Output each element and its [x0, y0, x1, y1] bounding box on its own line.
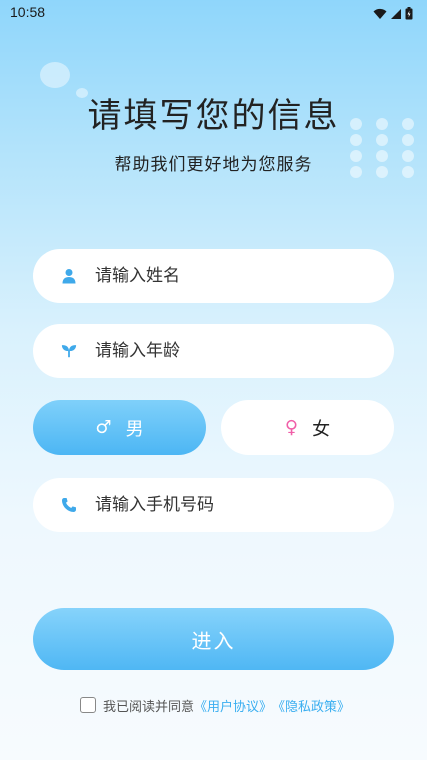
privacy-policy-link[interactable]: 《隐私政策》	[272, 696, 350, 715]
user-icon	[61, 268, 77, 284]
page-subtitle: 帮助我们更好地为您服务	[114, 155, 313, 175]
age-input[interactable]	[95, 324, 375, 378]
name-field[interactable]	[33, 249, 394, 303]
decorative-bubble	[40, 62, 70, 88]
gender-female-label: 女	[312, 418, 331, 440]
gender-male-label: 男	[125, 418, 144, 440]
signal-icon	[390, 5, 402, 24]
sprout-icon	[61, 343, 77, 359]
status-icons	[373, 5, 413, 24]
age-field[interactable]	[33, 324, 394, 378]
gender-male-button[interactable]: ♂ 男	[33, 400, 206, 455]
enter-button[interactable]: 进入	[33, 608, 394, 670]
phone-field[interactable]	[33, 478, 394, 532]
page-title: 请填写您的信息	[87, 96, 340, 136]
name-input[interactable]	[95, 249, 375, 303]
status-time: 10:58	[10, 4, 46, 20]
gender-female-button[interactable]: ♀ 女	[221, 400, 394, 455]
wifi-icon	[373, 5, 387, 24]
agreement-row: 我已阅读并同意 《用户协议》 《隐私政策》	[80, 695, 350, 715]
status-bar: 10:58	[0, 0, 427, 24]
female-symbol-icon: ♀	[284, 416, 299, 438]
phone-input[interactable]	[95, 478, 375, 532]
male-symbol-icon: ♂	[95, 416, 112, 438]
agreement-text: 我已阅读并同意	[103, 699, 195, 715]
phone-icon	[61, 497, 77, 513]
battery-icon	[405, 5, 413, 24]
user-agreement-link[interactable]: 《用户协议》	[194, 696, 272, 715]
agreement-checkbox[interactable]	[80, 697, 96, 713]
